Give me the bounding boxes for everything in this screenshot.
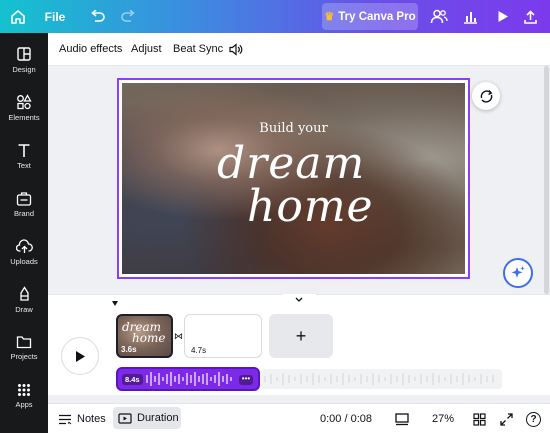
audio-track-extension	[260, 369, 502, 389]
home-button[interactable]	[4, 0, 32, 33]
pen-icon	[19, 286, 29, 301]
audio-track[interactable]: 8.4s •••	[116, 367, 260, 391]
chevron-down-icon	[295, 297, 303, 302]
bar-chart-icon	[463, 11, 477, 24]
clip-duration: 3.6s	[121, 345, 137, 354]
notes-label: Notes	[77, 413, 106, 425]
insights-button[interactable]	[457, 0, 483, 33]
canvas-scrollbar[interactable]	[542, 66, 550, 294]
sidebar-item-draw[interactable]: Draw	[0, 280, 48, 320]
zoom-level[interactable]: 27%	[432, 404, 454, 433]
sidebar-item-label: Design	[12, 65, 36, 74]
try-canva-pro-button[interactable]: ♛ Try Canva Pro	[322, 3, 418, 30]
sidebar-item-label: Draw	[15, 305, 33, 314]
sidebar-item-projects[interactable]: Projects	[0, 328, 48, 368]
folder-icon	[16, 336, 32, 349]
share-people-button[interactable]	[426, 0, 452, 33]
play-icon	[498, 11, 508, 22]
sidebar-item-label: Uploads	[10, 256, 38, 266]
scrollbar-thumb[interactable]	[544, 66, 549, 294]
timeline-play-button[interactable]	[61, 337, 99, 375]
playhead-icon	[112, 301, 118, 306]
plus-icon: +	[295, 325, 307, 346]
try-pro-label: Try Canva Pro	[338, 10, 416, 23]
volume-button[interactable]	[229, 43, 243, 57]
refresh-design-button[interactable]	[472, 82, 500, 110]
volume-icon	[229, 43, 243, 56]
file-menu[interactable]: File	[42, 0, 68, 33]
time-display: 0:00 / 0:08	[320, 413, 372, 425]
redo-icon	[120, 10, 135, 22]
people-icon	[430, 9, 448, 24]
home-icon	[11, 9, 25, 24]
magic-assistant-button[interactable]	[503, 258, 533, 288]
timeline-clip-1[interactable]: dream home 3.6s	[116, 314, 173, 358]
apps-grid-icon	[18, 384, 30, 396]
sidebar-item-brand[interactable]: Brand	[0, 184, 48, 224]
brand-icon	[16, 191, 32, 206]
sidebar-item-label: Projects	[10, 352, 38, 361]
timeline-clip-2[interactable]: 4.7s	[184, 314, 262, 358]
sidebar-item-label: Brand	[13, 208, 34, 218]
sidebar-item-label: Text	[17, 160, 31, 170]
transition-icon: ⋈	[174, 331, 183, 341]
help-button[interactable]: ?	[526, 404, 541, 433]
audio-duration-badge: 8.4s	[122, 374, 143, 385]
more-dots-icon: •••	[241, 374, 251, 383]
layout-icon	[17, 47, 31, 61]
crown-icon: ♛	[324, 11, 335, 23]
beat-sync-button[interactable]: Beat Sync	[173, 33, 223, 66]
fullscreen-button[interactable]	[500, 404, 513, 433]
sidebar-item-elements[interactable]: Elements	[0, 88, 48, 128]
refresh-icon	[480, 90, 492, 103]
audio-effects-button[interactable]: Audio effects	[59, 33, 122, 66]
monitor-icon	[395, 412, 409, 425]
duration-label: Duration	[137, 412, 179, 424]
page-view-button[interactable]	[395, 404, 409, 433]
playhead[interactable]	[112, 301, 118, 306]
undo-button[interactable]	[86, 0, 108, 33]
play-icon	[76, 350, 85, 362]
design-page[interactable]: Build your dream home	[122, 83, 465, 274]
text-icon	[18, 143, 30, 157]
undo-icon	[90, 10, 105, 22]
timeline-collapse-button[interactable]	[282, 294, 316, 304]
grid-icon	[473, 412, 486, 426]
video-duration-icon	[118, 412, 132, 424]
sidebar-item-text[interactable]: Text	[0, 136, 48, 176]
clip-duration: 4.7s	[191, 346, 207, 355]
duration-button[interactable]: Duration	[113, 407, 181, 429]
upload-icon	[523, 9, 537, 24]
sparkle-icon	[511, 266, 525, 278]
design-title-line2[interactable]: home	[247, 181, 374, 232]
audio-more-button[interactable]: •••	[239, 375, 253, 385]
design-page-frame[interactable]: Build your dream home	[117, 78, 470, 279]
transition-button[interactable]: ⋈	[174, 331, 183, 342]
notes-icon	[59, 414, 72, 424]
sidebar-item-apps[interactable]: Apps	[0, 376, 48, 416]
present-button[interactable]	[491, 0, 515, 33]
audio-waveform-ghost	[264, 373, 494, 385]
grid-view-button[interactable]	[473, 404, 486, 433]
help-icon: ?	[526, 411, 541, 427]
redo-button[interactable]	[117, 0, 139, 33]
sidebar-item-design[interactable]: Design	[0, 40, 48, 80]
context-toolbar: Audio effects Adjust Beat Sync	[48, 33, 550, 66]
sidebar-item-label: Elements	[8, 113, 40, 122]
share-upload-button[interactable]	[518, 0, 542, 33]
top-bar: File ♛ Try Canva Pro	[0, 0, 550, 33]
clip-thumb-line2: home	[132, 331, 166, 345]
add-page-button[interactable]: +	[269, 314, 333, 358]
sidebar-item-uploads[interactable]: Uploads	[0, 232, 48, 272]
expand-icon	[500, 412, 513, 426]
design-subtitle[interactable]: Build your	[122, 121, 465, 136]
sidebar-item-label: Apps	[15, 400, 33, 409]
left-sidebar: Design Elements Text Brand Uploads Draw …	[0, 33, 48, 433]
upload-cloud-icon	[15, 238, 33, 253]
shapes-icon	[17, 94, 32, 110]
adjust-button[interactable]: Adjust	[131, 33, 162, 66]
notes-button[interactable]: Notes	[58, 404, 106, 433]
clip-thumb-text: dream home	[122, 321, 166, 345]
